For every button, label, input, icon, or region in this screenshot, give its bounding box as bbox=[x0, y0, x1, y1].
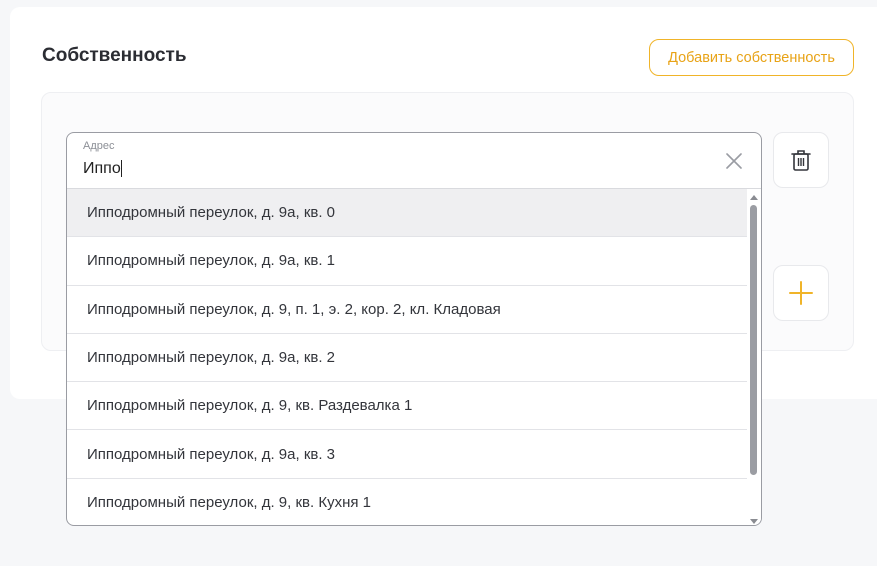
suggestion-option[interactable]: Ипподромный переулок, д. 9, п. 1, э. 2, … bbox=[67, 286, 749, 334]
scroll-down-arrow-icon[interactable] bbox=[750, 519, 758, 524]
suggestion-option[interactable]: Ипподромный переулок, д. 9а, кв. 0 bbox=[67, 189, 749, 238]
suggestion-option[interactable]: Ипподромный переулок, д. 9а, кв. 2 bbox=[67, 334, 749, 383]
address-label: Адрес bbox=[83, 140, 115, 152]
suggestion-option[interactable]: Ипподромный переулок, д. 9, кв. Кухня 1 bbox=[67, 479, 749, 525]
add-property-button[interactable]: Добавить собственность bbox=[649, 39, 854, 76]
suggestion-option[interactable]: Ипподромный переулок, д. 9а, кв. 1 bbox=[67, 237, 749, 286]
scroll-up-arrow-icon[interactable] bbox=[750, 195, 758, 200]
address-input[interactable] bbox=[83, 158, 683, 180]
suggestion-option[interactable]: Ипподромный переулок, д. 9, кв. Раздевал… bbox=[67, 382, 749, 431]
scroll-thumb[interactable] bbox=[750, 205, 757, 475]
close-icon bbox=[726, 153, 742, 169]
clear-button[interactable] bbox=[723, 150, 745, 172]
delete-property-button[interactable] bbox=[773, 132, 829, 188]
section-title: Собственность bbox=[42, 45, 187, 66]
suggestion-option[interactable]: Ипподромный переулок, д. 9а, кв. 3 bbox=[67, 430, 749, 479]
plus-icon bbox=[789, 281, 813, 305]
add-item-button[interactable] bbox=[773, 265, 829, 321]
trash-icon bbox=[791, 150, 811, 171]
address-field[interactable]: Адрес bbox=[67, 133, 761, 189]
suggestion-scrollbar[interactable] bbox=[747, 189, 761, 525]
text-caret bbox=[121, 160, 122, 177]
address-combobox: Адрес Ипподромный переулок, д. 9а, кв. 0… bbox=[66, 132, 762, 526]
suggestion-list: Ипподромный переулок, д. 9а, кв. 0 Ипподр… bbox=[67, 189, 749, 525]
